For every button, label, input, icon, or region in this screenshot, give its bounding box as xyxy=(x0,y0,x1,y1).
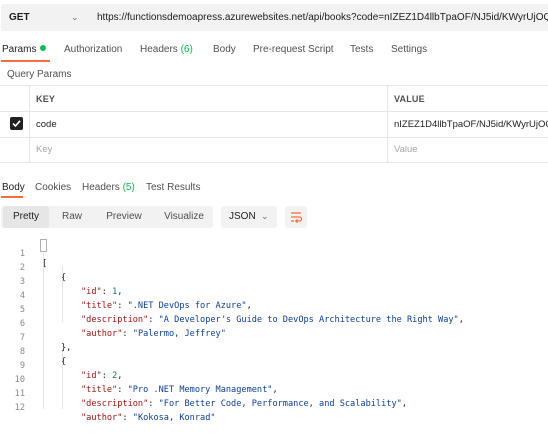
code-line: 5 "description": "A Developer's Guide to… xyxy=(0,295,548,325)
key-column-header: KEY xyxy=(36,94,56,104)
tab-pre-request-script[interactable]: Pre-request Script xyxy=(253,44,334,55)
code-line: 6 "author": "Palermo, Jeffrey" xyxy=(0,309,548,339)
code-line: 9 "id": 2, xyxy=(0,351,548,381)
tab-headers-count: (6) xyxy=(180,44,193,55)
table-col-divider xyxy=(387,85,388,163)
active-tab-indicator xyxy=(1,60,50,62)
code-line: 11 "description": "For Better Code, Perf… xyxy=(0,379,548,409)
method-label: GET xyxy=(9,12,30,23)
table-col-divider xyxy=(29,85,30,163)
code-line: 10 "title": "Pro .NET Memory Management"… xyxy=(0,365,548,395)
tab-headers-label: Headers xyxy=(140,44,178,55)
response-tab-headers[interactable]: Headers (5) xyxy=(82,182,135,193)
tab-tests[interactable]: Tests xyxy=(350,44,373,55)
check-icon xyxy=(12,120,21,128)
view-raw-button[interactable]: Raw xyxy=(52,206,92,228)
response-tab-body[interactable]: Body xyxy=(2,182,25,193)
response-active-tab-indicator xyxy=(1,196,23,198)
response-tab-headers-count: (5) xyxy=(122,182,135,193)
tab-body[interactable]: Body xyxy=(213,44,236,55)
value-column-header: VALUE xyxy=(394,94,425,104)
code-line: 1 [ xyxy=(0,239,548,269)
tab-headers[interactable]: Headers (6) xyxy=(140,44,193,55)
tab-params[interactable]: Params xyxy=(2,44,47,55)
json-key: "author" xyxy=(81,413,123,423)
param-value[interactable]: nIZEZ1D4llbTpaOF/NJ5id/KWyrUjOQcV xyxy=(394,119,548,130)
response-tab-headers-label: Headers xyxy=(82,182,120,193)
chevron-down-icon: ⌄ xyxy=(261,211,269,221)
format-select[interactable]: JSON ⌄ xyxy=(221,206,277,228)
view-pretty-button[interactable]: Pretty xyxy=(3,206,49,228)
code-line: 4 "title": ".NET DevOps for Azure", xyxy=(0,281,548,311)
chevron-down-icon: ⌄ xyxy=(71,12,79,22)
request-url-bar: GET ⌄ https://functionsdemoapress.azurew… xyxy=(0,0,548,36)
code-line: 12 "author": "Kokosa, Konrad" xyxy=(0,393,548,423)
view-visualize-button[interactable]: Visualize xyxy=(157,206,211,228)
code-line: 8 { xyxy=(0,337,548,367)
code-token: "author": "Kokosa, Konrad" xyxy=(81,413,216,423)
tab-params-label: Params xyxy=(2,44,37,55)
url-input[interactable]: https://functionsdemoapress.azurewebsite… xyxy=(89,4,548,31)
tab-authorization[interactable]: Authorization xyxy=(64,44,122,55)
wrap-lines-button[interactable] xyxy=(285,206,307,228)
table-border-row xyxy=(0,137,548,138)
table-border-top xyxy=(0,85,548,86)
query-params-title: Query Params xyxy=(7,69,72,80)
response-tab-cookies[interactable]: Cookies xyxy=(35,182,71,193)
view-preview-button[interactable]: Preview xyxy=(98,206,150,228)
method-select[interactable]: GET ⌄ xyxy=(1,4,89,31)
response-tab-test-results[interactable]: Test Results xyxy=(146,182,200,193)
table-border-header xyxy=(0,111,548,112)
wrap-lines-icon xyxy=(291,212,303,224)
new-key-input[interactable]: Key xyxy=(36,144,52,155)
table-border-bottom xyxy=(0,162,548,163)
param-key[interactable]: code xyxy=(36,119,376,130)
code-line: 3 "id": 1, xyxy=(0,267,548,297)
param-enabled-checkbox[interactable] xyxy=(10,117,23,130)
tab-settings[interactable]: Settings xyxy=(391,44,427,55)
code-line: 7 }, xyxy=(0,323,548,353)
params-active-dot xyxy=(40,45,47,51)
new-value-input[interactable]: Value xyxy=(394,144,418,155)
json-string: "Kokosa, Konrad" xyxy=(132,413,216,423)
line-number: 12 xyxy=(14,403,25,413)
code-line: 2 { xyxy=(0,253,548,283)
format-label: JSON xyxy=(229,211,256,222)
